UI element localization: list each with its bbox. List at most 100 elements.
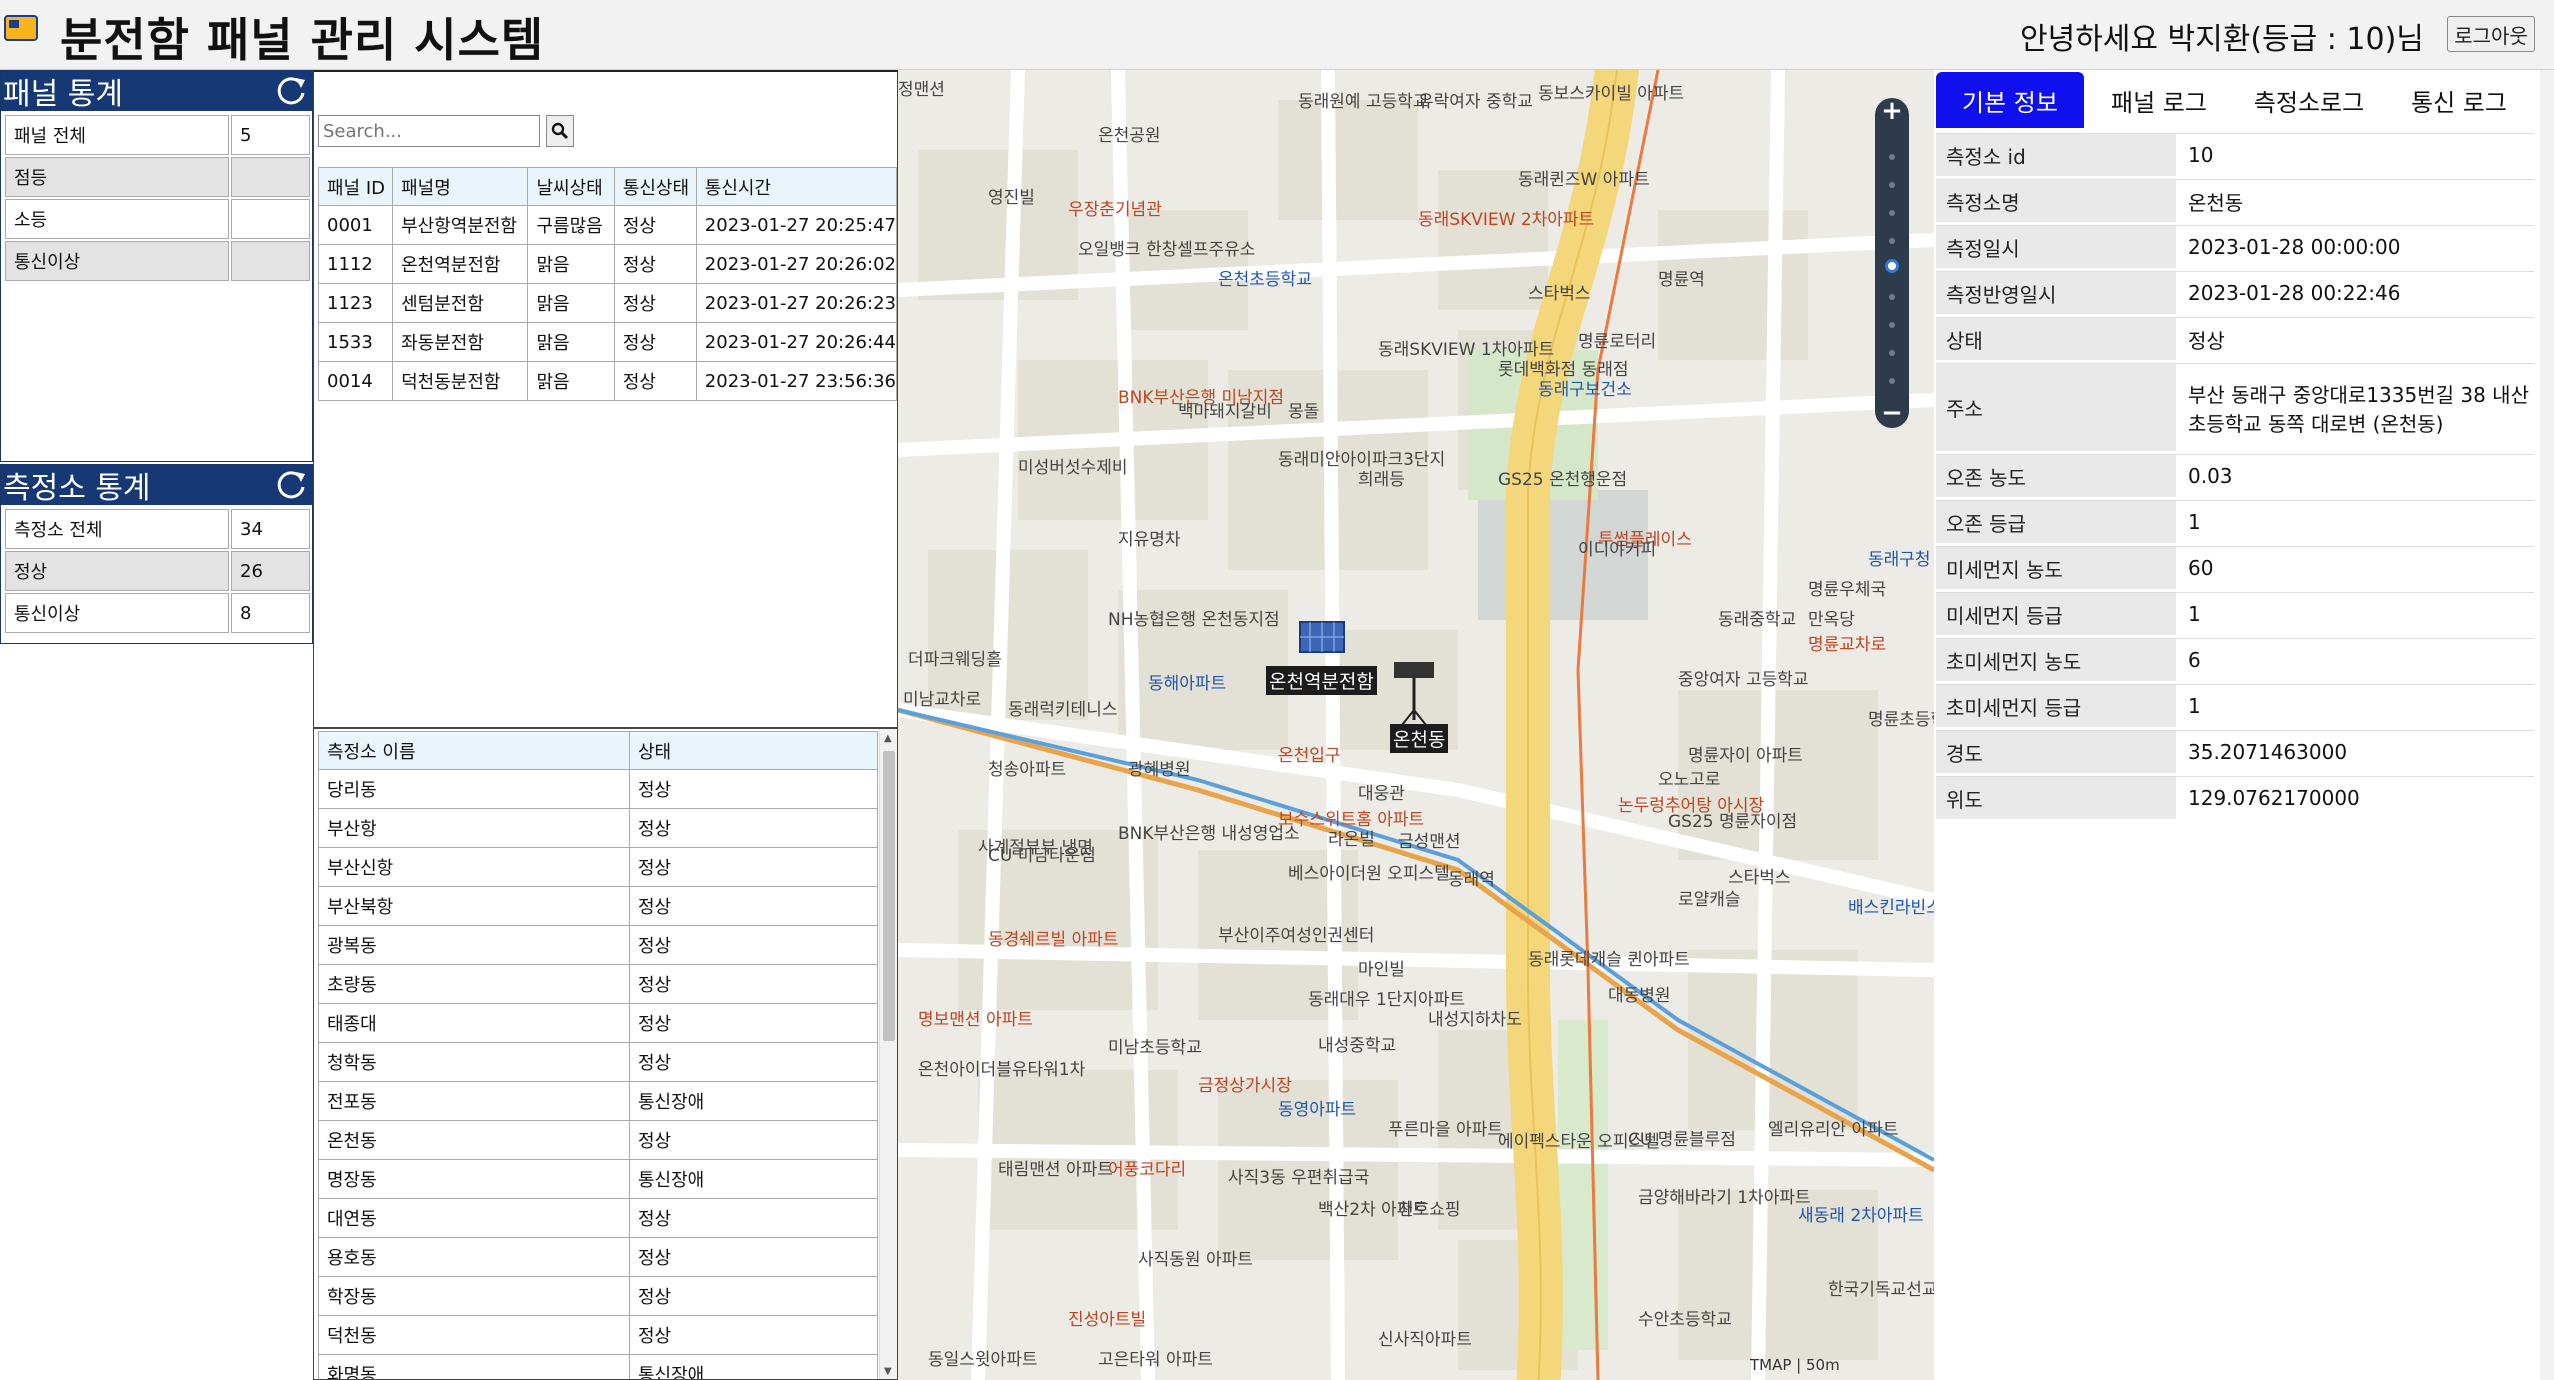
map-place-label[interactable]: 사직3동 우편취급국 [1228, 1168, 1369, 1188]
map-place-label[interactable]: 백마돼지갈비 [1178, 402, 1272, 422]
map-place-label[interactable]: CU 미남타운점 [988, 846, 1096, 866]
table-row[interactable]: 청학동 정상 [318, 1042, 878, 1082]
map-place-label[interactable]: 청송아파트 [988, 760, 1066, 780]
table-row[interactable]: 초량동 정상 [318, 964, 878, 1004]
table-row[interactable]: 부산북항 정상 [318, 886, 878, 926]
map-place-label[interactable]: 정맨션 [898, 80, 945, 100]
map-place-label[interactable]: 보수스위트홈 아파트 [1278, 810, 1424, 830]
map-place-label[interactable]: 온천입구 [1278, 746, 1341, 766]
table-row[interactable]: 0001 부산항역분전함 구름많음 정상 2023-01-27 20:25:47 [317, 205, 898, 245]
map-place-label[interactable]: 동보스카이빌 아파트 [1538, 84, 1684, 104]
zoom-control[interactable]: + − [1875, 96, 1909, 428]
map-place-label[interactable]: 새동래 2차아파트 [1798, 1206, 1924, 1226]
map-place-label[interactable]: 동래미안아이파크3단지 [1278, 450, 1445, 470]
map-place-label[interactable]: 푸른마을 아파트 [1388, 1120, 1503, 1140]
tab-station-log[interactable]: 측정소로그 [2234, 72, 2384, 128]
map-place-label[interactable]: 동래역 [1448, 870, 1495, 890]
map-place-label[interactable]: 명륜우체국 [1808, 580, 1886, 600]
map-place-label[interactable]: 중앙여자 고등학교 [1678, 670, 1809, 690]
table-row[interactable]: 용호동 정상 [318, 1237, 878, 1277]
scroll-thumb[interactable] [883, 751, 895, 1041]
table-row[interactable]: 덕천동 정상 [318, 1315, 878, 1355]
map-place-label[interactable]: 동래럭키테니스 [1008, 700, 1117, 720]
tab-panel-log[interactable]: 패널 로그 [2084, 72, 2234, 128]
map-place-label[interactable]: 스타벅스 [1728, 868, 1791, 888]
map-place-label[interactable]: 만옥당 [1808, 610, 1855, 630]
map-place-label[interactable]: 배스킨라빈스 [1848, 898, 1934, 918]
refresh-icon[interactable] [274, 74, 308, 108]
table-row[interactable]: 1123 센텀분전함 맑음 정상 2023-01-27 20:26:23 [317, 283, 898, 323]
map-place-label[interactable]: 금양해바라기 1차아파트 [1638, 1188, 1811, 1208]
map-place-label[interactable]: NH농협은행 온천동지점 [1108, 610, 1280, 630]
panel-marker-label[interactable]: 온천역분전함 [1266, 666, 1377, 695]
scroll-up-icon[interactable]: ▲ [884, 733, 892, 744]
table-row[interactable]: 광복동 정상 [318, 925, 878, 965]
map-place-label[interactable]: 동래퀸즈W 아파트 [1518, 170, 1650, 190]
map-place-label[interactable]: 동영아파트 [1278, 1100, 1356, 1120]
map-place-label[interactable]: 미성버섯수제비 [1018, 458, 1127, 478]
col-header[interactable]: 통신시간 [695, 167, 898, 206]
table-row[interactable]: 1112 온천역분전함 맑음 정상 2023-01-27 20:26:02 [317, 244, 898, 284]
map-place-label[interactable]: 동래구보건소 [1538, 380, 1632, 400]
map-place-label[interactable]: 라온빌 [1328, 830, 1375, 850]
map-place-label[interactable]: 한국기독교선교 박물관 [1828, 1280, 1934, 1300]
map-place-label[interactable]: 천호쇼핑 [1398, 1200, 1461, 1220]
col-header[interactable]: 측정소 이름 [318, 731, 630, 770]
scroll-down-icon[interactable]: ▼ [884, 1366, 892, 1377]
map-place-label[interactable]: 몽돌 [1288, 402, 1319, 422]
map-place-label[interactable]: 온천초등학교 [1218, 270, 1312, 290]
col-header[interactable]: 날씨상태 [527, 167, 615, 206]
map-place-label[interactable]: 태림맨션 아파트 [998, 1160, 1113, 1180]
table-row[interactable]: 당리동 정상 [318, 769, 878, 809]
map-place-label[interactable]: 어풍코다리 [1108, 1160, 1186, 1180]
tab-comm-log[interactable]: 통신 로그 [2384, 72, 2534, 128]
station-list-scrollbar[interactable]: ▲ ▼ [879, 729, 897, 1379]
map-place-label[interactable]: 대동병원 [1608, 986, 1671, 1006]
map-place-label[interactable]: 동해아파트 [1148, 674, 1226, 694]
table-row[interactable]: 명장동 통신장애 [318, 1159, 878, 1199]
map-place-label[interactable]: 동일스윗아파트 [928, 1350, 1037, 1370]
map-place-label[interactable]: 동래대우 1단지아파트 [1308, 990, 1465, 1010]
map-place-label[interactable]: 명륜초등학교 [1868, 710, 1934, 730]
zoom-in-button[interactable]: + [1875, 96, 1909, 126]
table-row[interactable]: 태종대 정상 [318, 1003, 878, 1043]
map-place-label[interactable]: 명륜교차로 [1808, 635, 1886, 655]
map-place-label[interactable]: 명륜역 [1658, 270, 1705, 290]
map-place-label[interactable]: 대웅관 [1358, 784, 1405, 804]
map-place-label[interactable]: 이디야커피 [1578, 540, 1656, 560]
map-place-label[interactable]: 사직동원 아파트 [1138, 1250, 1253, 1270]
map-place-label[interactable]: 유락여자 중학교 [1418, 92, 1533, 112]
map-place-label[interactable]: 동래SKVIEW 2차아파트 [1418, 210, 1594, 230]
search-input[interactable] [318, 115, 540, 147]
map-place-label[interactable]: 동래SKVIEW 1차아파트 [1378, 340, 1554, 360]
map-place-label[interactable]: BNK부산은행 내성영업소 [1118, 824, 1300, 844]
map-place-label[interactable]: 명륜로터리 [1578, 332, 1656, 352]
map-place-label[interactable]: 마인빌 [1358, 960, 1405, 980]
table-row[interactable]: 0014 덕천동분전함 맑음 정상 2023-01-27 23:56:36 [317, 361, 898, 401]
table-row[interactable]: 화명동 통신장애 [318, 1354, 878, 1379]
map-view[interactable]: 정맨션 온천공원 영진빌 우장춘기념관 오일뱅크 한창셀프주유소 온천초등학교 동래원예 고… [898, 70, 1934, 1380]
table-row[interactable]: 학장동 정상 [318, 1276, 878, 1316]
map-place-label[interactable]: 베스아이더원 오피스텔 [1288, 864, 1450, 884]
map-place-label[interactable]: 명보맨션 아파트 [918, 1010, 1033, 1030]
map-place-label[interactable]: 내성중학교 [1318, 1036, 1396, 1056]
map-place-label[interactable]: 신사직아파트 [1378, 1330, 1472, 1350]
page-scrollbar[interactable] [2540, 70, 2554, 1380]
map-place-label[interactable]: 명륜자이 아파트 [1688, 746, 1803, 766]
map-place-label[interactable]: 미남교차로 [903, 690, 981, 710]
logout-button[interactable]: 로그아웃 [2447, 16, 2535, 52]
table-row[interactable]: 부산신항 정상 [318, 847, 878, 887]
table-row[interactable]: 온천동 정상 [318, 1120, 878, 1160]
map-place-label[interactable]: 동래중학교 [1718, 610, 1796, 630]
map-place-label[interactable]: 동래구청 [1868, 550, 1931, 570]
map-place-label[interactable]: 수안초등학교 [1638, 1310, 1732, 1330]
map-place-label[interactable]: 스타벅스 [1528, 284, 1591, 304]
zoom-slider-handle[interactable] [1885, 259, 1899, 273]
map-place-label[interactable]: 엘리유리안 아파트 [1768, 1120, 1899, 1140]
station-marker-label[interactable]: 온천동 [1390, 724, 1449, 753]
map-place-label[interactable]: 부산이주여성인권센터 [1218, 926, 1374, 946]
map-place-label[interactable]: 오일뱅크 한창셀프주유소 [1078, 240, 1255, 260]
table-row[interactable]: 대연동 정상 [318, 1198, 878, 1238]
search-button[interactable] [546, 115, 574, 147]
map-place-label[interactable]: 내성지하차도 [1428, 1010, 1522, 1030]
